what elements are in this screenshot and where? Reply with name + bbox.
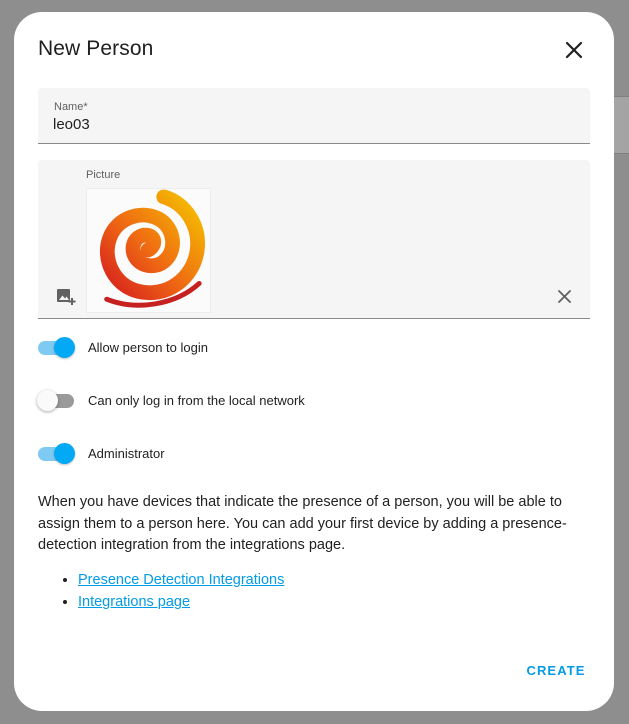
toggle-thumb bbox=[54, 443, 75, 464]
local-only-toggle[interactable] bbox=[37, 390, 74, 411]
name-field[interactable]: Name* bbox=[38, 88, 590, 144]
list-item: Presence Detection Integrations bbox=[78, 569, 284, 591]
local-only-row: Can only log in from the local network bbox=[37, 388, 305, 412]
toggle-thumb bbox=[37, 390, 58, 411]
presence-detection-integrations-link[interactable]: Presence Detection Integrations bbox=[78, 572, 284, 588]
presence-description: When you have devices that indicate the … bbox=[38, 494, 567, 553]
local-only-label: Can only log in from the local network bbox=[88, 392, 305, 408]
integrations-page-link[interactable]: Integrations page bbox=[78, 594, 190, 610]
name-input[interactable] bbox=[53, 116, 553, 133]
add-photo-icon bbox=[57, 289, 76, 305]
picture-field-label: Picture bbox=[86, 169, 121, 181]
allow-login-label: Allow person to login bbox=[88, 339, 208, 355]
add-picture-button[interactable] bbox=[54, 284, 78, 308]
close-button[interactable] bbox=[560, 36, 588, 64]
swirl-logo-image bbox=[99, 189, 205, 308]
dialog-title: New Person bbox=[38, 37, 154, 60]
toggle-thumb bbox=[54, 337, 75, 358]
administrator-toggle[interactable] bbox=[38, 443, 75, 464]
picture-field[interactable]: Picture bbox=[38, 160, 590, 319]
administrator-label: Administrator bbox=[88, 445, 165, 461]
clear-picture-button[interactable] bbox=[552, 284, 576, 308]
allow-login-toggle[interactable] bbox=[38, 337, 75, 358]
integration-links: Presence Detection Integrations Integrat… bbox=[54, 569, 284, 613]
clear-icon bbox=[557, 289, 571, 303]
create-button[interactable]: CREATE bbox=[518, 657, 594, 683]
administrator-row: Administrator bbox=[38, 441, 165, 465]
close-icon bbox=[565, 41, 583, 59]
allow-login-row: Allow person to login bbox=[38, 335, 208, 359]
list-item: Integrations page bbox=[78, 591, 284, 613]
new-person-dialog: New Person Name* Picture bbox=[14, 12, 614, 711]
name-field-label: Name* bbox=[54, 101, 88, 113]
picture-preview[interactable] bbox=[86, 188, 211, 313]
